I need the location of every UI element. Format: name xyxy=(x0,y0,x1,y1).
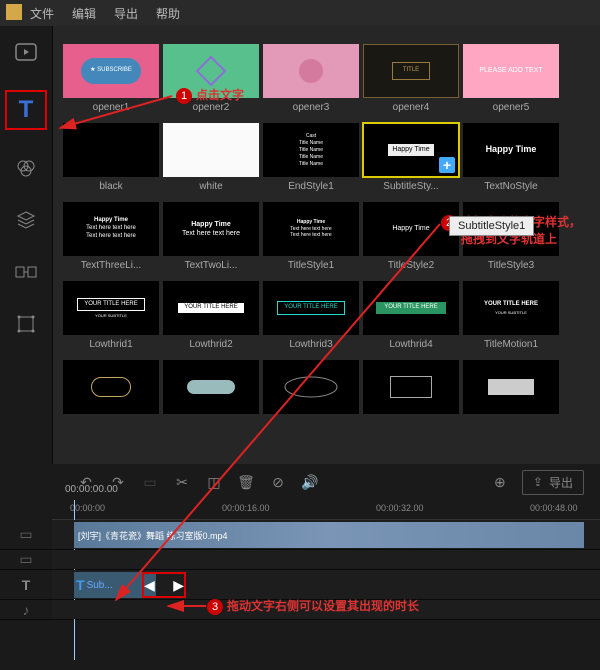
menu-help[interactable]: 帮助 xyxy=(156,5,180,22)
template-opener5[interactable]: PLEASE ADD TEXTopener5 xyxy=(463,44,559,113)
tool-icon: ▭ xyxy=(140,474,160,491)
template-extra1[interactable] xyxy=(63,360,159,414)
template-titlemotion1[interactable]: YOUR TITLE HEREYOUR SUBTITLETitleMotion1 xyxy=(463,281,559,350)
menu-file[interactable]: 文件 xyxy=(30,5,54,22)
clip-resize-handle[interactable]: ◀▶ xyxy=(142,572,186,598)
template-endstyle1[interactable]: CastTitle NameTitle NameTitle NameTitle … xyxy=(263,123,359,192)
sidebar: T xyxy=(0,26,52,464)
app-logo xyxy=(6,4,22,20)
video-clip[interactable]: [刘宇]《青花瓷》舞蹈 练习室版0.mp4 xyxy=(74,522,584,548)
menubar: 文件 编辑 导出 帮助 xyxy=(0,0,600,26)
add-icon[interactable]: + xyxy=(439,157,455,173)
transition-icon[interactable] xyxy=(10,258,42,286)
video-track-icon[interactable]: ▭ xyxy=(0,520,52,549)
annotation-3: 3拖动文字右侧可以设置其出现的时长 xyxy=(207,597,419,615)
time-ruler[interactable]: 00:00:00 00:00:16.00 00:00:32.00 00:00:4… xyxy=(52,500,600,520)
menu-export[interactable]: 导出 xyxy=(114,5,138,22)
template-lowthird4[interactable]: YOUR TITLE HERELowthrid4 xyxy=(363,281,459,350)
audio-track-icon[interactable]: ♪ xyxy=(0,600,52,619)
spacer-track: ▭ xyxy=(0,550,600,570)
current-time: 00:00:00.00 xyxy=(65,484,118,495)
template-opener3[interactable]: opener3 xyxy=(263,44,359,113)
media-icon[interactable] xyxy=(10,38,42,66)
export-button[interactable]: ⇪导出 xyxy=(522,470,584,495)
template-extra3[interactable] xyxy=(263,360,359,414)
zoom-icon[interactable]: ⊕ xyxy=(490,474,510,491)
template-opener1[interactable]: ★ SUBSCRIBEopener1 xyxy=(63,44,159,113)
element-icon[interactable] xyxy=(10,310,42,338)
template-lowthird1[interactable]: YOUR TITLE HEREYOUR SUBTITLELowthrid1 xyxy=(63,281,159,350)
template-extra5[interactable] xyxy=(463,360,559,414)
speed-icon[interactable]: ⊘ xyxy=(268,474,288,491)
template-textnostyle[interactable]: Happy TimeTextNoStyle xyxy=(463,123,559,192)
export-arrow-icon: ⇪ xyxy=(533,475,543,489)
overlay-icon[interactable] xyxy=(10,206,42,234)
volume-icon[interactable]: 🔊 xyxy=(300,474,320,491)
filter-icon[interactable] xyxy=(10,154,42,182)
timeline: 00:00:00.00 00:00:00 00:00:16.00 00:00:3… xyxy=(0,500,600,670)
video-track: ▭ [刘宇]《青花瓷》舞蹈 练习室版0.mp4 xyxy=(0,520,600,550)
template-textthreeline[interactable]: Happy TimeText here text hereText here t… xyxy=(63,202,159,271)
template-titlestyle1[interactable]: Happy TimeText here text hereText here t… xyxy=(263,202,359,271)
template-black[interactable]: black xyxy=(63,123,159,192)
spacer-track-icon: ▭ xyxy=(0,550,52,569)
text-icon[interactable]: T xyxy=(5,90,47,130)
tooltip: SubtitleStyle1 xyxy=(449,216,534,236)
template-lowthird2[interactable]: YOUR TITLE HERELowthrid2 xyxy=(163,281,259,350)
template-subtitlestyle1[interactable]: Happy Time+SubtitleSty... xyxy=(363,123,459,192)
template-lowthird3[interactable]: YOUR TITLE HERELowthrid3 xyxy=(263,281,359,350)
template-white[interactable]: white xyxy=(163,123,259,192)
text-track: T TSub... ◀▶ xyxy=(0,570,600,600)
annotation-1: 1点击文字 xyxy=(176,86,244,104)
template-opener4[interactable]: TITLEopener4 xyxy=(363,44,459,113)
template-extra4[interactable] xyxy=(363,360,459,414)
text-track-icon[interactable]: T xyxy=(0,570,52,599)
menu-edit[interactable]: 编辑 xyxy=(72,5,96,22)
split-icon[interactable]: ✂ xyxy=(172,474,192,491)
crop-icon[interactable]: ◫ xyxy=(204,474,224,491)
delete-icon[interactable]: 🗑 xyxy=(236,474,256,491)
template-extra2[interactable] xyxy=(163,360,259,414)
template-texttwoline[interactable]: Happy TimeText here text hereTextTwoLi..… xyxy=(163,202,259,271)
